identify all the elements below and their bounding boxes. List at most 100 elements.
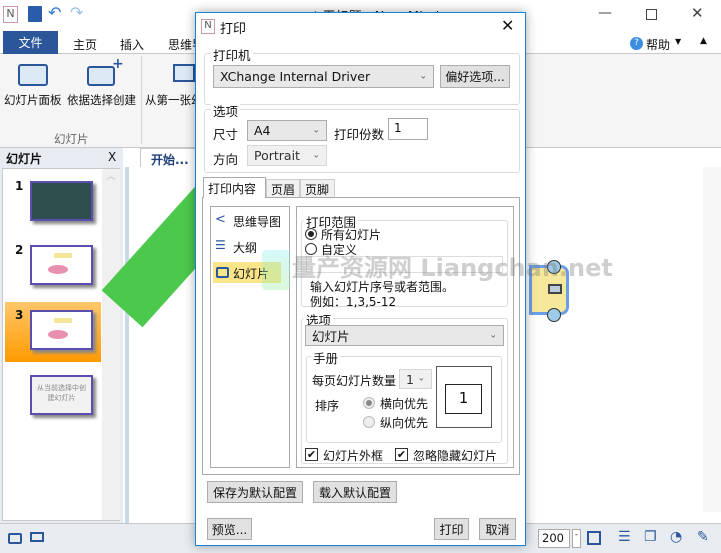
- slide-thumb-3[interactable]: 3: [5, 302, 101, 362]
- minimize-button[interactable]: —: [598, 5, 612, 21]
- dialog-logo: N: [201, 19, 215, 34]
- tab-file[interactable]: 文件: [3, 31, 58, 54]
- projector-icon: [173, 64, 195, 82]
- load-default-button[interactable]: 载入默认配置: [313, 481, 397, 503]
- help-menu[interactable]: 帮助: [646, 36, 670, 53]
- content-type-mindmap[interactable]: < 思维导图: [213, 211, 287, 231]
- range-all-radio[interactable]: [305, 228, 317, 240]
- slide-view-icon[interactable]: [8, 533, 22, 544]
- plus-icon: +: [112, 56, 124, 72]
- order-vertical-label: 纵向优先: [380, 416, 429, 430]
- save-default-button[interactable]: 保存为默认配置: [207, 481, 303, 503]
- slide-thumb-1[interactable]: 1: [5, 177, 101, 233]
- handout-preview-slide: 1: [445, 384, 482, 414]
- orientation-select[interactable]: Portrait ⌄: [247, 145, 327, 166]
- maximize-button[interactable]: [646, 9, 657, 20]
- tab-header[interactable]: 页眉: [266, 179, 300, 198]
- create-from-selection-button[interactable]: + 依据选择创建: [67, 56, 136, 112]
- shapes-icon[interactable]: ❐: [644, 529, 657, 545]
- frame-label: 幻灯片外框: [323, 449, 384, 463]
- handout-preview: 1: [436, 366, 492, 428]
- chart-icon[interactable]: ◔: [670, 529, 682, 545]
- add-slide-icon: [87, 66, 115, 86]
- range-custom-radio[interactable]: [305, 243, 317, 255]
- print-dialog: N 打印 ✕ 打印机 XChange Internal Driver ⌄ 偏好选项…: [195, 12, 526, 546]
- printer-group-label: 打印机: [211, 45, 253, 64]
- preview-button[interactable]: 预览...: [207, 518, 252, 540]
- slides-panel-close[interactable]: X: [108, 150, 116, 164]
- preferences-button[interactable]: 偏好选项...: [440, 65, 510, 88]
- slide-number: 1: [15, 179, 24, 193]
- slides-panel-title: 幻灯片: [6, 152, 43, 166]
- options-group-label: 选项: [211, 101, 241, 120]
- tab-insert[interactable]: 插入: [120, 36, 144, 53]
- size-value: A4: [254, 123, 271, 138]
- handout-group: 手册 每页幻灯片数量 1 ⌄ 排序 横向优先 纵向优先 1: [306, 348, 502, 443]
- range-input[interactable]: [306, 256, 503, 273]
- create-slide-placeholder[interactable]: 从当前选择中创建幻灯片: [30, 375, 93, 415]
- ribbon-group-label: 幻灯片: [54, 132, 89, 146]
- undo-icon[interactable]: ↶: [48, 3, 61, 22]
- cancel-button[interactable]: 取消: [479, 518, 516, 540]
- slide-thumb-2[interactable]: 2: [5, 241, 101, 297]
- copies-input[interactable]: 1: [388, 118, 428, 140]
- slide-mode-value: 幻灯片: [312, 329, 350, 344]
- orientation-value: Portrait: [254, 148, 300, 163]
- slides-panel: 幻灯片 X 1 2 3 从当前选择中创建幻灯片 ︿: [0, 148, 123, 523]
- canvas-vscroll[interactable]: [703, 167, 721, 512]
- content-type-slides[interactable]: 幻灯片: [213, 262, 281, 283]
- help-icon[interactable]: ?: [630, 37, 643, 50]
- tab-print-content[interactable]: 打印内容: [203, 177, 266, 198]
- doc-tab[interactable]: 开始...: [140, 148, 200, 168]
- zoom-input[interactable]: 200: [538, 529, 570, 548]
- fit-page-icon[interactable]: [587, 531, 601, 545]
- collapse-ribbon-icon[interactable]: ▲: [700, 36, 707, 46]
- content-type-label: 大纲: [233, 241, 258, 255]
- create-from-selection-label: 依据选择创建: [67, 93, 136, 107]
- printer-select[interactable]: XChange Internal Driver ⌄: [213, 65, 434, 88]
- range-group: 打印范围 所有幻灯片 自定义 输入幻灯片序号或者范围。 例如：1,3,5-12: [301, 212, 508, 309]
- order-horizontal-label: 横向优先: [380, 397, 429, 411]
- chevron-down-icon: ⌄: [417, 373, 425, 384]
- close-window-button[interactable]: ✕: [691, 4, 704, 22]
- slide-preview: [30, 245, 93, 285]
- slide-mode-select[interactable]: 幻灯片 ⌄: [305, 325, 504, 346]
- zoom-spinner[interactable]: -: [572, 529, 581, 548]
- content-type-outline[interactable]: ☰ 大纲: [213, 237, 287, 257]
- tab-panel: < 思维导图 ☰ 大纲 幻灯片 打印范围 所有幻灯片 自定义 输入幻灯片序号或者…: [202, 197, 520, 475]
- mindmap-icon: <: [215, 212, 226, 227]
- slide-panel-label: 幻灯片面板: [4, 93, 62, 107]
- order-vertical-radio[interactable]: [363, 416, 375, 428]
- notes-icon[interactable]: ✎: [697, 529, 709, 545]
- presentation-icon[interactable]: [30, 532, 44, 542]
- save-icon[interactable]: [28, 6, 42, 22]
- slide-preview: [30, 310, 93, 350]
- content-type-label: 幻灯片: [233, 267, 270, 281]
- size-select[interactable]: A4 ⌄: [247, 120, 327, 141]
- outline-view-icon[interactable]: ☰: [618, 529, 631, 545]
- per-page-select[interactable]: 1 ⌄: [399, 369, 432, 389]
- dialog-close-button[interactable]: ✕: [501, 16, 514, 35]
- content-type-label: 思维导图: [233, 215, 282, 229]
- tab-footer[interactable]: 页脚: [300, 179, 335, 198]
- help-dropdown-icon[interactable]: ▼: [675, 37, 681, 46]
- frame-checkbox[interactable]: ✔: [305, 448, 318, 461]
- skip-hidden-checkbox[interactable]: ✔: [395, 448, 408, 461]
- slide-panel-button[interactable]: 幻灯片面板: [4, 60, 62, 112]
- chevron-down-icon: ⌄: [312, 125, 320, 135]
- node-handle-bottom[interactable]: [547, 308, 561, 322]
- print-button[interactable]: 打印: [434, 518, 469, 540]
- present-from-first-button[interactable]: 从第一张幻灯片: [145, 60, 226, 112]
- node-handle-top[interactable]: [547, 260, 561, 274]
- tab-home[interactable]: 主页: [73, 36, 97, 53]
- slide-options-group: 选项 幻灯片 ⌄ 手册 每页幻灯片数量 1 ⌄ 排序 横向优先 纵向优先 1 ✔ 幻…: [301, 310, 508, 464]
- redo-icon[interactable]: ↷: [70, 3, 83, 22]
- slide-icon: [216, 267, 229, 278]
- slide-number: 3: [15, 308, 24, 322]
- order-horizontal-radio[interactable]: [363, 397, 375, 409]
- copies-label: 打印份数: [334, 127, 385, 142]
- slides-list: 1 2 3 从当前选择中创建幻灯片 ︿: [2, 168, 120, 521]
- slide-number: 2: [15, 243, 24, 257]
- slide-panel-icon: [18, 64, 48, 86]
- slides-scrollbar[interactable]: ︿: [102, 169, 120, 520]
